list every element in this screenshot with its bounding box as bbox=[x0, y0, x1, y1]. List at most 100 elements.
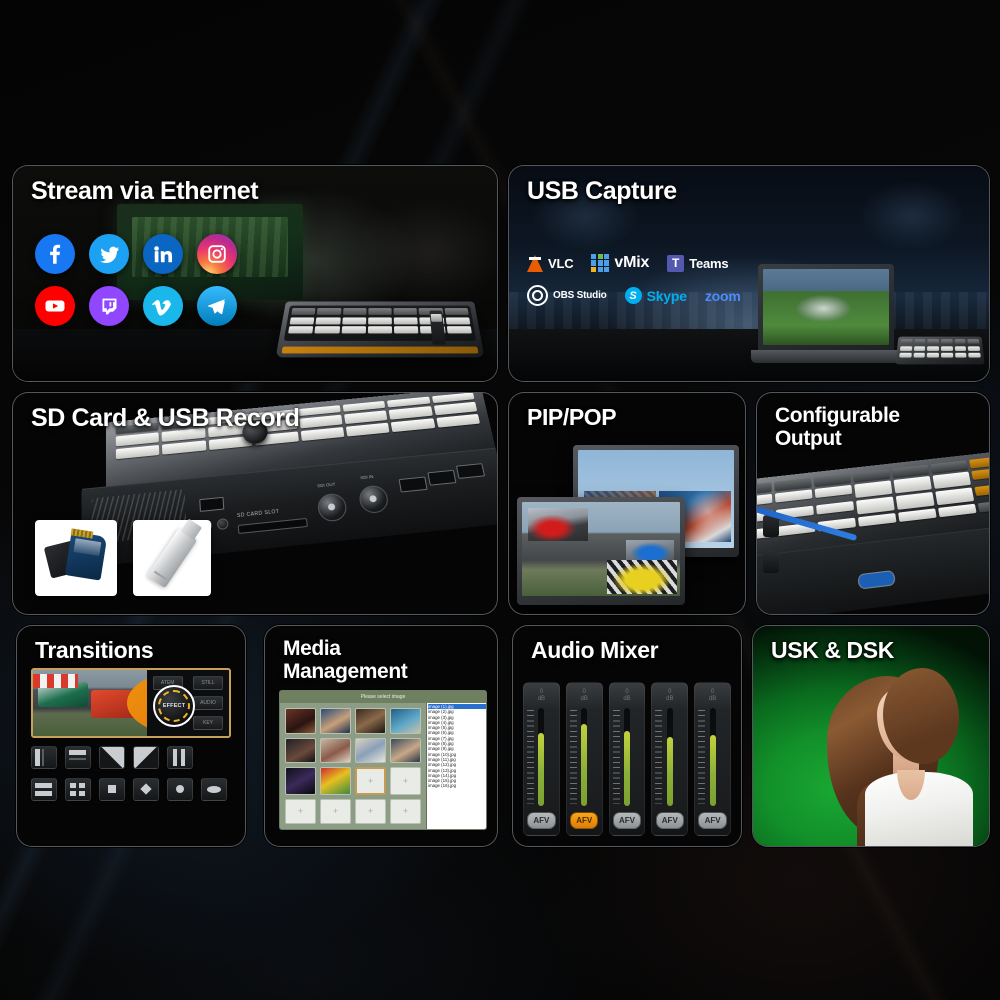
media-thumbnail[interactable] bbox=[320, 738, 351, 764]
media-browser-titlebar: Please select image bbox=[280, 691, 486, 703]
media-thumbnail[interactable] bbox=[355, 767, 386, 795]
afv-button[interactable]: AFV bbox=[527, 812, 555, 829]
instagram-icon bbox=[197, 234, 237, 274]
panel-pip-pop[interactable]: PIP/POP bbox=[508, 392, 746, 615]
media-thumbnail[interactable] bbox=[285, 799, 316, 825]
audio-channel-strip[interactable]: 0 dB AFV bbox=[651, 682, 688, 836]
wipe-stripes-icon[interactable] bbox=[31, 778, 57, 801]
panel-configurable-output[interactable]: Configurable Output bbox=[756, 392, 990, 615]
panel-media-management[interactable]: Please select image image (1).jpgimage (… bbox=[264, 625, 498, 847]
hdmi-port-1 bbox=[399, 477, 428, 493]
transition-effect-icons bbox=[31, 746, 227, 810]
audio-channel-strip[interactable]: 0 dB AFV bbox=[523, 682, 560, 836]
audio-channel-strip[interactable]: 0 dB AFV bbox=[609, 682, 646, 836]
wipe-square-icon[interactable] bbox=[99, 778, 125, 801]
sd-card-image bbox=[35, 520, 117, 596]
panel-transitions[interactable]: ATEM STILL AUDIO KEY EFFECT Transitions bbox=[16, 625, 246, 847]
media-file-list[interactable]: image (1).jpg image (2).jpg image (3).jpg i… bbox=[426, 703, 486, 829]
control-key-button[interactable]: KEY bbox=[193, 716, 223, 730]
channel-db-value: 0 bbox=[711, 689, 714, 696]
vga-port bbox=[857, 570, 896, 590]
hdmi-port-3 bbox=[456, 463, 485, 479]
panel-stream-via-ethernet[interactable]: Stream via Ethernet bbox=[12, 165, 498, 382]
panel-title-media-management: Media Management bbox=[283, 638, 407, 683]
afv-button[interactable]: AFV bbox=[613, 812, 641, 829]
afv-button[interactable]: AFV bbox=[570, 812, 598, 829]
sd-card-slot bbox=[238, 518, 308, 534]
usb-port bbox=[199, 497, 224, 512]
audio-channel-strip[interactable]: 0 dB AFV bbox=[694, 682, 731, 836]
media-thumbnail[interactable] bbox=[390, 738, 421, 764]
wipe-circle-icon[interactable] bbox=[167, 778, 193, 801]
transition-preview: ATEM STILL AUDIO KEY EFFECT bbox=[31, 668, 231, 738]
channel-level-meter bbox=[695, 706, 730, 808]
twitter-icon bbox=[89, 234, 129, 274]
panel-title-transitions: Transitions bbox=[35, 638, 153, 663]
laptop-device bbox=[751, 264, 901, 363]
wipe-diamond-icon[interactable] bbox=[133, 778, 159, 801]
afv-button[interactable]: AFV bbox=[698, 812, 726, 829]
vlc-logo: VLC bbox=[527, 255, 573, 272]
media-thumbnail[interactable] bbox=[285, 767, 316, 795]
vmix-grid-icon bbox=[591, 254, 609, 272]
panel-sd-card-usb-record[interactable]: SD CARD SLOT SDI OUT SDI IN SD Card & US… bbox=[12, 392, 498, 615]
media-thumbnail[interactable] bbox=[390, 799, 421, 825]
panel-title-pip-pop: PIP/POP bbox=[527, 405, 616, 430]
switcher-angled-device bbox=[756, 450, 990, 615]
wipe-ellipse-icon[interactable] bbox=[201, 778, 227, 801]
skype-icon: S bbox=[625, 287, 642, 304]
media-thumbnail[interactable] bbox=[355, 799, 386, 825]
media-thumbnail[interactable] bbox=[355, 738, 386, 764]
wipe-vertical-icon[interactable] bbox=[31, 746, 57, 769]
teams-icon: T bbox=[667, 255, 684, 272]
video-switcher-device bbox=[276, 302, 485, 358]
effect-knob-label: EFFECT bbox=[163, 703, 186, 709]
media-thumbnail[interactable] bbox=[320, 708, 351, 734]
panel-usb-capture[interactable]: USB Capture VLC vMix T Teams OBS Studio … bbox=[508, 165, 990, 382]
cable-plug-2 bbox=[763, 551, 779, 573]
media-thumbnail[interactable] bbox=[355, 708, 386, 734]
media-browser-window[interactable]: Please select image image (1).jpgimage (… bbox=[279, 690, 487, 830]
media-thumbnail[interactable] bbox=[390, 767, 421, 795]
wipe-horizontal-icon[interactable] bbox=[65, 746, 91, 769]
panel-title-usb-capture: USB Capture bbox=[527, 178, 677, 205]
channel-db-unit: dB bbox=[709, 696, 716, 703]
channel-db-value: 0 bbox=[583, 689, 586, 696]
media-thumbnail[interactable] bbox=[390, 708, 421, 734]
twitch-icon bbox=[89, 286, 129, 326]
afv-button[interactable]: AFV bbox=[656, 812, 684, 829]
channel-db-value: 0 bbox=[540, 689, 543, 696]
obs-circle-icon bbox=[527, 285, 548, 306]
audio-channel-strip[interactable]: 0 dB AFV bbox=[566, 682, 603, 836]
panel-audio-mixer[interactable]: 0 dB AFV 0 dB AFV 0 dB AFV 0 dB AFV 0 dB AFV Audio Mix… bbox=[512, 625, 742, 847]
channel-level-meter bbox=[610, 706, 645, 808]
wipe-diagonal-icon[interactable] bbox=[99, 746, 125, 769]
media-thumbnail[interactable] bbox=[320, 767, 351, 795]
media-thumbnail[interactable] bbox=[320, 799, 351, 825]
audio-channel-strips[interactable]: 0 dB AFV 0 dB AFV 0 dB AFV 0 dB AFV 0 dB AFV bbox=[523, 682, 731, 836]
zoom-logo: zoom bbox=[705, 288, 741, 304]
control-audio-button[interactable]: AUDIO bbox=[193, 696, 223, 710]
feature-grid: Stream via Ethernet USB Capture VLC vMix… bbox=[0, 0, 1000, 1000]
media-thumbnail-grid[interactable] bbox=[280, 703, 426, 829]
panel-title-stream-via-ethernet: Stream via Ethernet bbox=[31, 178, 258, 205]
teams-logo: T Teams bbox=[667, 255, 728, 272]
media-thumbnail[interactable] bbox=[285, 708, 316, 734]
channel-db-unit: dB bbox=[623, 696, 630, 703]
usb-flash-drive-image bbox=[133, 520, 211, 596]
channel-db-value: 0 bbox=[625, 689, 628, 696]
media-thumbnail[interactable] bbox=[285, 738, 316, 764]
mini-switcher-device bbox=[895, 337, 984, 365]
channel-db-unit: dB bbox=[666, 696, 673, 703]
channel-db-unit: dB bbox=[538, 696, 545, 703]
telegram-icon bbox=[197, 286, 237, 326]
obs-studio-logo: OBS Studio bbox=[527, 285, 607, 306]
wipe-double-bar-icon[interactable] bbox=[167, 746, 193, 769]
panel-title-audio-mixer: Audio Mixer bbox=[531, 638, 658, 663]
wipe-grid-icon[interactable] bbox=[65, 778, 91, 801]
control-still-button[interactable]: STILL bbox=[193, 676, 223, 690]
wipe-diagonal-reverse-icon[interactable] bbox=[133, 746, 159, 769]
panel-usk-dsk[interactable]: USK & DSK bbox=[752, 625, 990, 847]
media-file-item[interactable]: image (16).jpg bbox=[428, 783, 486, 788]
effect-knob[interactable]: EFFECT bbox=[153, 685, 195, 727]
